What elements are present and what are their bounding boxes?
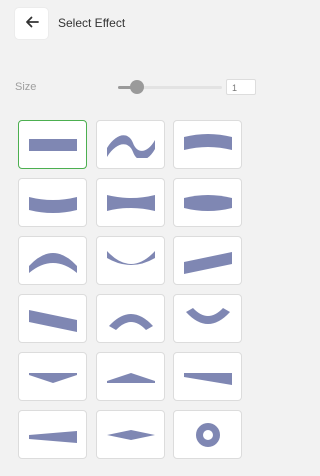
effect-arc-up-icon xyxy=(25,248,81,274)
page-title: Select Effect xyxy=(58,16,126,30)
size-control: Size 1 xyxy=(0,76,256,98)
effect-wedge-right-tile[interactable] xyxy=(173,352,242,401)
effect-straight-bar-icon xyxy=(25,132,81,158)
size-label: Size xyxy=(15,81,37,93)
back-button[interactable] xyxy=(15,8,48,39)
effect-straight-bar-tile[interactable] xyxy=(18,120,87,169)
effect-wedge-right-icon xyxy=(180,364,236,390)
effect-arch-top-icon xyxy=(180,132,236,158)
effect-triangle-down-icon xyxy=(25,364,81,390)
effect-diamond-tile[interactable] xyxy=(96,410,165,459)
effect-ring-tile[interactable] xyxy=(173,410,242,459)
effect-triangle-up-tile[interactable] xyxy=(96,352,165,401)
effect-bulge-icon xyxy=(180,190,236,216)
effect-small-arc-up-icon xyxy=(103,306,159,332)
effect-bulge-tile[interactable] xyxy=(173,178,242,227)
effect-arc-down-tile[interactable] xyxy=(96,236,165,285)
effect-ring-icon xyxy=(180,422,236,448)
effect-pinch-tile[interactable] xyxy=(96,178,165,227)
effect-curve-bottom-tile[interactable] xyxy=(18,178,87,227)
header: Select Effect xyxy=(0,0,243,50)
effect-slant-down-icon xyxy=(25,306,81,332)
effect-small-arc-down-icon xyxy=(180,306,236,332)
effect-curve-bottom-icon xyxy=(25,190,81,216)
effect-slant-down-tile[interactable] xyxy=(18,294,87,343)
effect-wedge-left-tile[interactable] xyxy=(18,410,87,459)
effect-arc-down-icon xyxy=(103,248,159,274)
effect-wave-tile[interactable] xyxy=(96,120,165,169)
effect-arc-up-tile[interactable] xyxy=(18,236,87,285)
effect-small-arc-down-tile[interactable] xyxy=(173,294,242,343)
effect-wedge-left-icon xyxy=(25,422,81,448)
effect-small-arc-up-tile[interactable] xyxy=(96,294,165,343)
effect-wave-icon xyxy=(103,132,159,158)
effect-triangle-up-icon xyxy=(103,364,159,390)
size-slider[interactable] xyxy=(118,80,222,94)
size-value-input[interactable]: 1 xyxy=(226,79,256,95)
effect-slant-up-icon xyxy=(180,248,236,274)
effect-arch-top-tile[interactable] xyxy=(173,120,242,169)
slider-thumb[interactable] xyxy=(129,80,144,94)
arrow-left-icon xyxy=(25,15,39,33)
effect-slant-up-tile[interactable] xyxy=(173,236,242,285)
effect-diamond-icon xyxy=(103,422,159,448)
effect-pinch-icon xyxy=(103,190,159,216)
effect-triangle-down-tile[interactable] xyxy=(18,352,87,401)
